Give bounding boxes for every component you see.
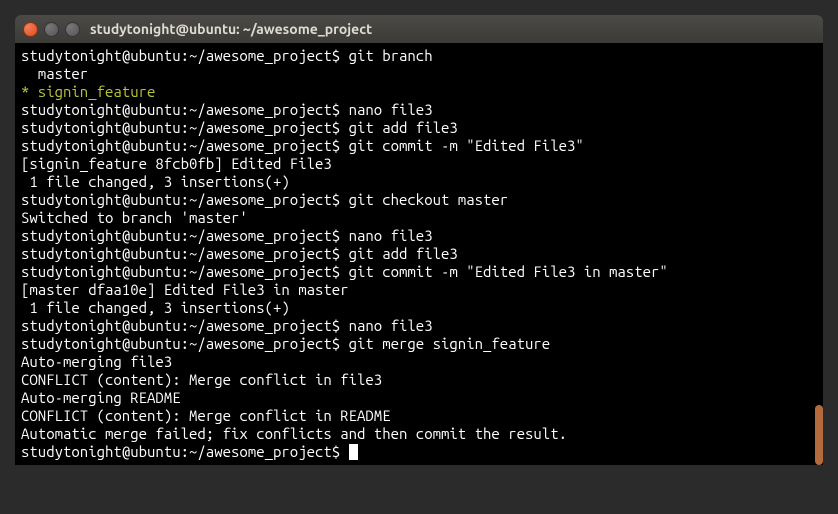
output-line: Auto-merging README	[21, 389, 181, 406]
output-line: Switched to branch 'master'	[21, 209, 248, 226]
prompt: studytonight@ubuntu:~/awesome_project$	[21, 101, 340, 118]
output-line: CONFLICT (content): Merge conflict in RE…	[21, 407, 391, 424]
window-controls	[23, 22, 80, 37]
prompt: studytonight@ubuntu:~/awesome_project$	[21, 227, 340, 244]
command: nano file3	[349, 317, 433, 334]
prompt: studytonight@ubuntu:~/awesome_project$	[21, 263, 340, 280]
prompt: studytonight@ubuntu:~/awesome_project$	[21, 317, 340, 334]
command: git checkout master	[349, 191, 509, 208]
window-title: studytonight@ubuntu: ~/awesome_project	[90, 21, 372, 37]
prompt: studytonight@ubuntu:~/awesome_project$	[21, 137, 340, 154]
prompt: studytonight@ubuntu:~/awesome_project$	[21, 443, 340, 460]
command: git commit -m "Edited File3 in master"	[349, 263, 668, 280]
prompt: studytonight@ubuntu:~/awesome_project$	[21, 47, 340, 64]
output-line: Auto-merging file3	[21, 353, 172, 370]
output-line: [master dfaa10e] Edited File3 in master	[21, 281, 349, 298]
terminal-window: studytonight@ubuntu: ~/awesome_project s…	[15, 15, 823, 465]
command: git commit -m "Edited File3"	[349, 137, 584, 154]
output-line-current-branch: * signin_feature	[21, 83, 155, 100]
command: git add file3	[349, 245, 458, 262]
command: git branch	[349, 47, 433, 64]
prompt: studytonight@ubuntu:~/awesome_project$	[21, 335, 340, 352]
command: nano file3	[349, 227, 433, 244]
command: git merge signin_feature	[349, 335, 551, 352]
prompt: studytonight@ubuntu:~/awesome_project$	[21, 245, 340, 262]
cursor	[349, 444, 358, 460]
command: nano file3	[349, 101, 433, 118]
minimize-button[interactable]	[44, 22, 59, 37]
output-line: Automatic merge failed; fix conflicts an…	[21, 425, 567, 442]
output-line: 1 file changed, 3 insertions(+)	[21, 173, 290, 190]
maximize-button[interactable]	[65, 22, 80, 37]
titlebar[interactable]: studytonight@ubuntu: ~/awesome_project	[15, 15, 823, 43]
output-line: CONFLICT (content): Merge conflict in fi…	[21, 371, 382, 388]
output-line: 1 file changed, 3 insertions(+)	[21, 299, 290, 316]
output-line: [signin_feature 8fcb0fb] Edited File3	[21, 155, 332, 172]
close-button[interactable]	[23, 22, 38, 37]
terminal-body[interactable]: studytonight@ubuntu:~/awesome_project$ g…	[15, 43, 823, 465]
output-line: master	[21, 65, 88, 82]
prompt: studytonight@ubuntu:~/awesome_project$	[21, 191, 340, 208]
scrollbar[interactable]	[815, 405, 823, 465]
prompt: studytonight@ubuntu:~/awesome_project$	[21, 119, 340, 136]
command: git add file3	[349, 119, 458, 136]
